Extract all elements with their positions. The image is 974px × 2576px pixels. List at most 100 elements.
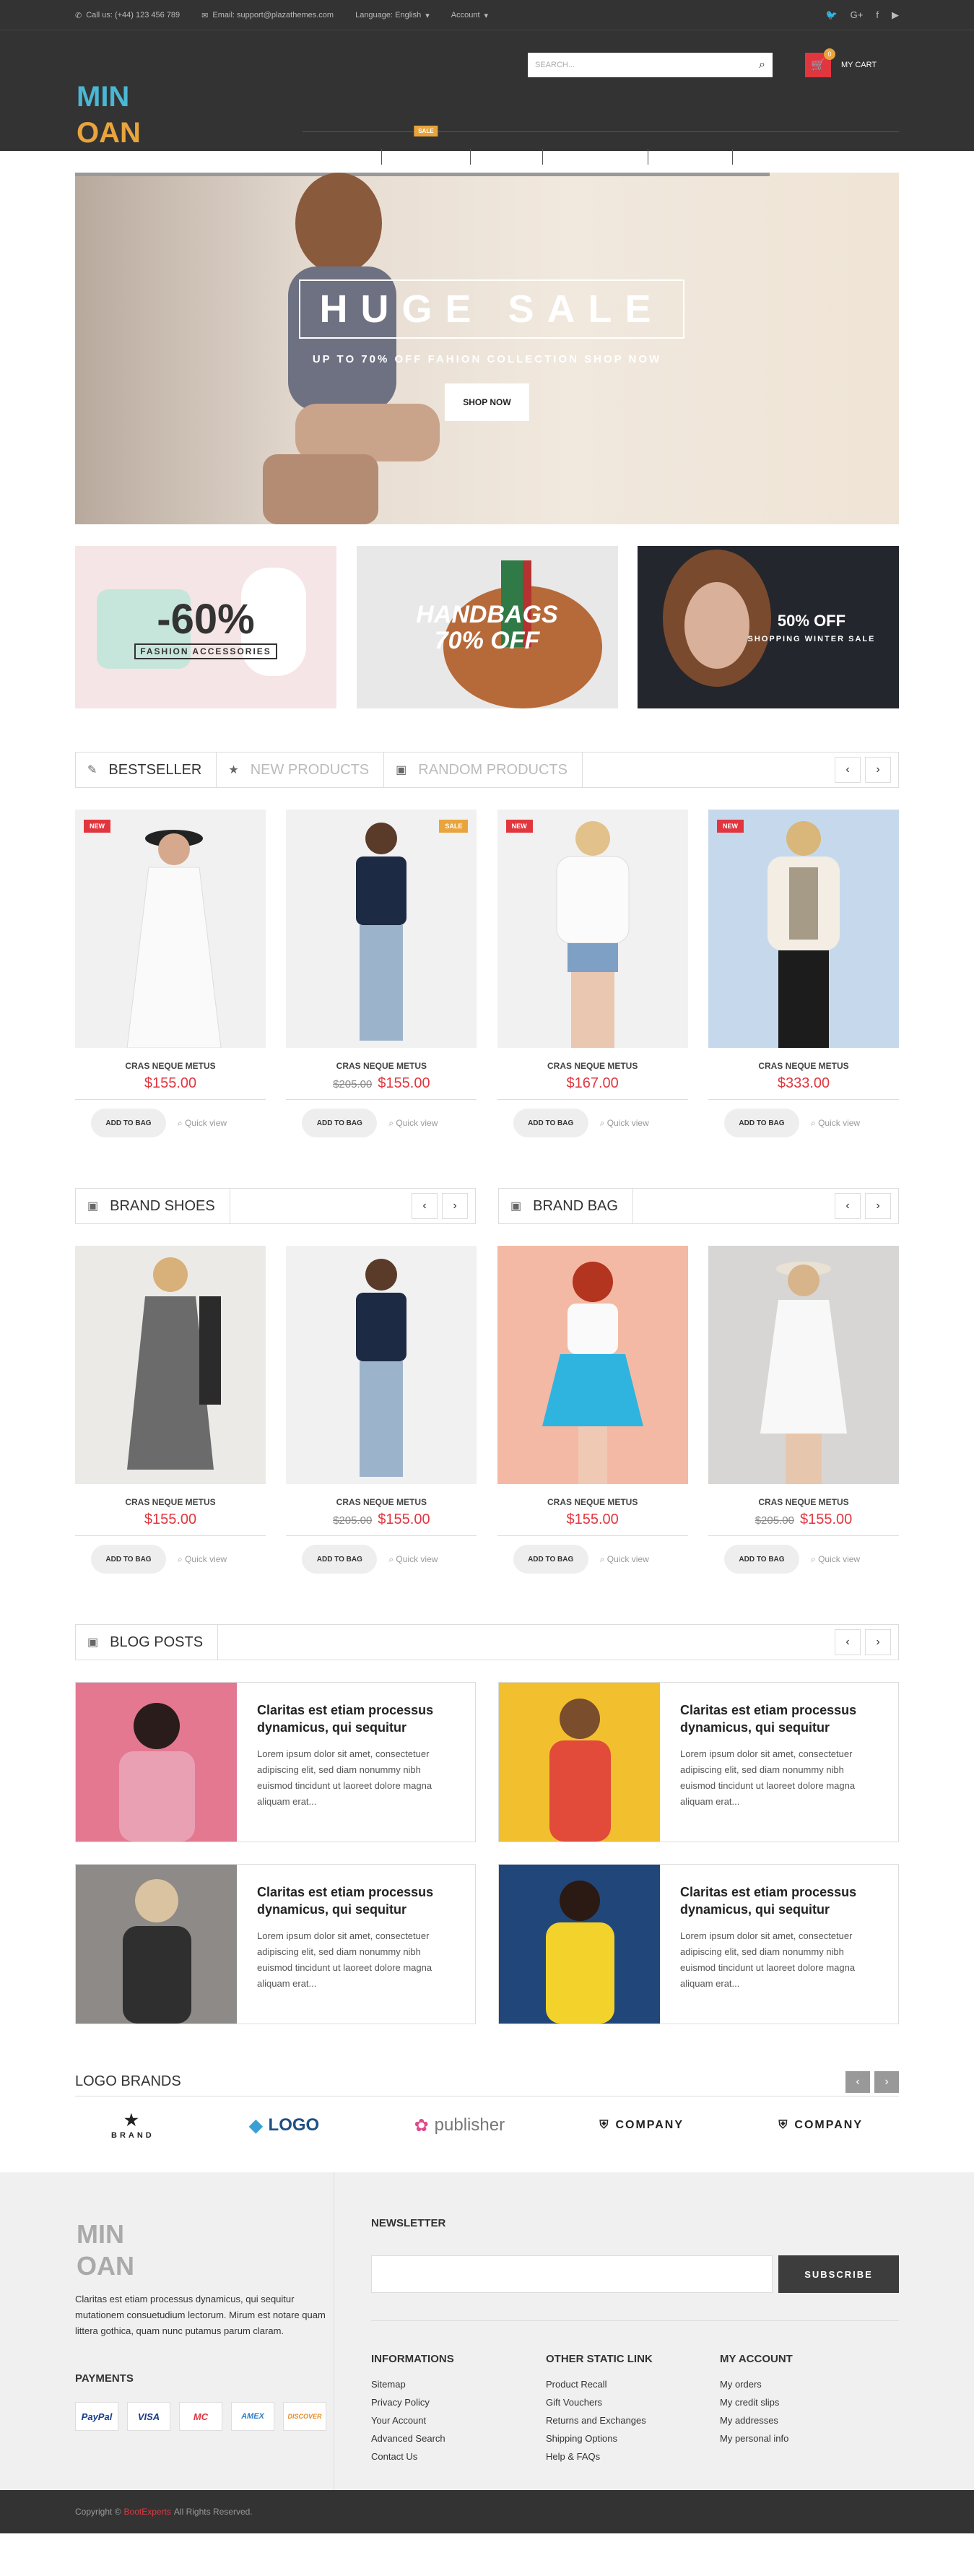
footer-link[interactable]: Privacy Policy: [371, 2393, 454, 2411]
blog-post-card[interactable]: Claritas est etiam processus dynamicus, …: [75, 1682, 476, 1842]
blog-post-image[interactable]: [76, 1865, 237, 2024]
footer-link[interactable]: My orders: [720, 2375, 793, 2393]
brand-logo[interactable]: ◆ LOGO: [249, 2115, 319, 2136]
add-to-bag-button[interactable]: ADD TO BAG: [513, 1109, 588, 1137]
tab-brand-shoes[interactable]: ▣ BRAND SHOES: [76, 1189, 230, 1223]
blog-post-title[interactable]: Claritas est etiam processus dynamicus, …: [257, 1883, 458, 1918]
footer-link[interactable]: Your Account: [371, 2411, 454, 2429]
facebook-icon[interactable]: f: [876, 9, 879, 21]
site-logo[interactable]: MIN OAN: [75, 74, 183, 153]
blog-post-card[interactable]: Claritas est etiam processus dynamicus, …: [75, 1864, 476, 2024]
chevron-left-icon[interactable]: ‹: [835, 1629, 861, 1655]
email-info[interactable]: ✉ Email: support@plazathemes.com: [201, 11, 334, 20]
product-image[interactable]: NEW: [75, 810, 266, 1048]
product-card[interactable]: NEW CRAS NEQUE METUS $167.00 ADD TO BAG ⌕…: [497, 810, 688, 1137]
product-name[interactable]: CRAS NEQUE METUS: [708, 1061, 899, 1071]
product-image[interactable]: [286, 1246, 477, 1484]
product-name[interactable]: CRAS NEQUE METUS: [497, 1061, 688, 1071]
brand-logo[interactable]: ✿ publisher: [414, 2115, 505, 2136]
newsletter-email-input[interactable]: [371, 2255, 773, 2293]
tab-blog-posts[interactable]: ▣ BLOG POSTS: [76, 1625, 219, 1660]
chevron-left-icon[interactable]: ‹: [412, 1193, 438, 1219]
quick-view-link[interactable]: ⌕ Quick view: [178, 1118, 227, 1129]
quick-view-link[interactable]: ⌕ Quick view: [811, 1118, 860, 1129]
footer-logo[interactable]: MIN OAN: [75, 2216, 183, 2281]
tab-random-products[interactable]: ▣ RANDOM PRODUCTS: [384, 753, 583, 787]
chevron-right-icon[interactable]: ›: [874, 2070, 899, 2093]
chevron-right-icon[interactable]: ›: [865, 1629, 891, 1655]
search-input[interactable]: SEARCH... ⌕: [528, 53, 773, 77]
search-icon[interactable]: ⌕: [759, 58, 765, 71]
product-image[interactable]: [75, 1246, 266, 1484]
quick-view-link[interactable]: ⌕ Quick view: [600, 1118, 649, 1129]
tab-new-products[interactable]: ★ NEW PRODUCTS: [217, 753, 385, 787]
product-card[interactable]: CRAS NEQUE METUS $205.00 $155.00 ADD TO B…: [286, 1246, 477, 1574]
tab-brand-bag[interactable]: ▣ BRAND BAG: [499, 1189, 633, 1223]
product-card[interactable]: CRAS NEQUE METUS $155.00 ADD TO BAG ⌕ Qui…: [75, 1246, 266, 1574]
product-image[interactable]: NEW: [708, 810, 899, 1048]
footer-link[interactable]: Help & FAQs: [546, 2447, 653, 2466]
cart-button[interactable]: 🛒 0 MY CART: [805, 48, 877, 77]
footer-link[interactable]: My credit slips: [720, 2393, 793, 2411]
banner-winter-sale[interactable]: 50% OFF SHOPPING WINTER SALE: [638, 546, 899, 708]
add-to-bag-button[interactable]: ADD TO BAG: [91, 1545, 166, 1574]
product-name[interactable]: CRAS NEQUE METUS: [708, 1497, 899, 1507]
blog-post-image[interactable]: [499, 1683, 660, 1842]
footer-link[interactable]: My personal info: [720, 2429, 793, 2447]
nav-pages[interactable]: PAGES ▾: [733, 149, 816, 165]
product-name[interactable]: CRAS NEQUE METUS: [75, 1061, 266, 1071]
chevron-left-icon[interactable]: ‹: [845, 2070, 870, 2093]
nav-handbags[interactable]: HANDBAGS ▾: [543, 148, 648, 165]
shop-now-button[interactable]: SHOP NOW: [445, 383, 529, 421]
product-image[interactable]: NEW: [497, 810, 688, 1048]
nav-home[interactable]: HOME ▾: [303, 148, 383, 165]
add-to-bag-button[interactable]: ADD TO BAG: [723, 1545, 799, 1574]
blog-post-card[interactable]: Claritas est etiam processus dynamicus, …: [498, 1864, 899, 2024]
chevron-left-icon[interactable]: ‹: [835, 1193, 861, 1219]
chevron-right-icon[interactable]: ›: [442, 1193, 468, 1219]
add-to-bag-button[interactable]: ADD TO BAG: [91, 1109, 166, 1137]
product-name[interactable]: CRAS NEQUE METUS: [286, 1497, 477, 1507]
product-image[interactable]: [708, 1246, 899, 1484]
blog-post-title[interactable]: Claritas est etiam processus dynamicus, …: [680, 1883, 881, 1918]
quick-view-link[interactable]: ⌕ Quick view: [388, 1118, 438, 1129]
product-card[interactable]: SALE CRAS NEQUE METUS $205.00 $155.00 ADD…: [286, 810, 477, 1137]
footer-link[interactable]: Contact Us: [371, 2447, 454, 2466]
blog-post-image[interactable]: [499, 1865, 660, 2024]
language-dropdown[interactable]: Language: English ▾: [355, 11, 430, 20]
chevron-left-icon[interactable]: ‹: [835, 757, 861, 783]
blog-post-image[interactable]: [76, 1683, 237, 1842]
product-card[interactable]: CRAS NEQUE METUS $205.00 $155.00 ADD TO B…: [708, 1246, 899, 1574]
footer-link[interactable]: My addresses: [720, 2411, 793, 2429]
youtube-icon[interactable]: ▶: [892, 9, 899, 21]
nav-men[interactable]: MEN ▾: [471, 148, 543, 165]
product-card[interactable]: NEW CRAS NEQUE METUS $155.00 ADD TO BAG ⌕…: [75, 810, 266, 1137]
footer-link[interactable]: Sitemap: [371, 2375, 454, 2393]
product-name[interactable]: CRAS NEQUE METUS: [286, 1061, 477, 1071]
product-card[interactable]: NEW CRAS NEQUE METUS $333.00 ADD TO BAG ⌕…: [708, 810, 899, 1137]
footer-link[interactable]: Product Recall: [546, 2375, 653, 2393]
blog-post-title[interactable]: Claritas est etiam processus dynamicus, …: [257, 1701, 458, 1736]
footer-link[interactable]: Shipping Options: [546, 2429, 653, 2447]
tab-bestseller[interactable]: ✎ BESTSELLER: [76, 753, 217, 787]
twitter-icon[interactable]: 🐦: [825, 9, 837, 21]
footer-link[interactable]: Advanced Search: [371, 2429, 454, 2447]
product-image[interactable]: SALE: [286, 810, 477, 1048]
brand-logo[interactable]: ★ BRAND: [111, 2111, 155, 2140]
banner-accessories[interactable]: -60% FASHION ACCESSORIES: [75, 546, 336, 708]
add-to-bag-button[interactable]: ADD TO BAG: [513, 1545, 588, 1574]
subscribe-button[interactable]: SUBSCRIBE: [778, 2255, 899, 2293]
brand-logo[interactable]: ⛨ COMPANY: [778, 2119, 863, 2132]
account-dropdown[interactable]: Account ▾: [451, 11, 488, 20]
product-name[interactable]: CRAS NEQUE METUS: [75, 1497, 266, 1507]
add-to-bag-button[interactable]: ADD TO BAG: [302, 1109, 378, 1137]
chevron-right-icon[interactable]: ›: [865, 757, 891, 783]
blog-post-title[interactable]: Claritas est etiam processus dynamicus, …: [680, 1701, 881, 1736]
brand-logo[interactable]: ⛨ COMPANY: [599, 2119, 684, 2132]
nav-shoes[interactable]: SHOES ▾: [648, 148, 733, 165]
copyright-brand-link[interactable]: BootExperts: [124, 2507, 171, 2517]
quick-view-link[interactable]: ⌕ Quick view: [388, 1554, 438, 1565]
google-plus-icon[interactable]: G+: [851, 9, 864, 21]
banner-handbags[interactable]: HANDBAGS 70% OFF: [356, 546, 618, 708]
add-to-bag-button[interactable]: ADD TO BAG: [302, 1545, 378, 1574]
